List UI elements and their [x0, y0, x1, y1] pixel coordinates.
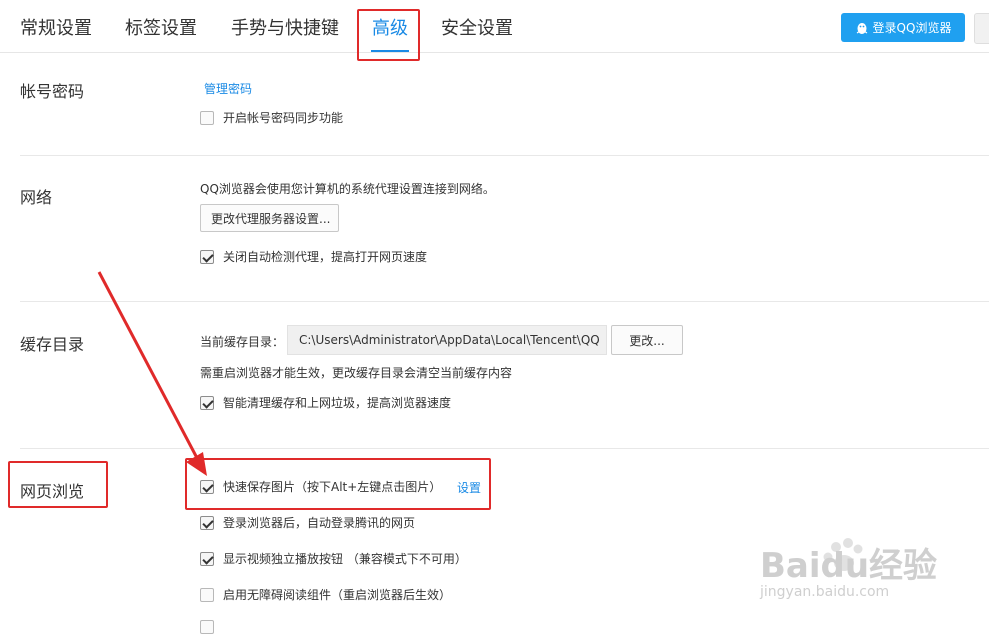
login-button-label: 登录QQ浏览器	[872, 21, 952, 35]
account-sync-option[interactable]: 开启帐号密码同步功能	[200, 109, 343, 126]
cache-restart-note: 需重启浏览器才能生效，更改缓存目录会清空当前缓存内容	[200, 366, 513, 380]
change-proxy-button[interactable]: 更改代理服务器设置...	[200, 204, 339, 232]
current-cache-label: 当前缓存目录：	[200, 335, 285, 349]
quick-save-image-checkbox[interactable]	[200, 479, 214, 494]
tab-general[interactable]: 常规设置	[20, 14, 92, 40]
partial-option-checkbox	[200, 620, 214, 634]
disable-auto-proxy-label: 关闭自动检测代理，提高打开网页速度	[223, 250, 428, 264]
section-label-cache: 缓存目录	[20, 335, 85, 354]
tab-tabs[interactable]: 标签设置	[125, 14, 197, 40]
active-tab-indicator	[371, 50, 409, 52]
section-label-account: 帐号密码	[20, 82, 85, 101]
auto-login-label: 登录浏览器后，自动登录腾讯的网页	[223, 516, 416, 530]
login-qq-browser-button[interactable]: 登录QQ浏览器	[841, 13, 965, 42]
quick-save-image-label: 快速保存图片（按下Alt+左键点击图片）	[223, 480, 442, 494]
settings-tab-bar: 常规设置 标签设置 手势与快捷键 高级 安全设置 登录QQ浏览器	[0, 0, 989, 53]
smart-clean-label: 智能清理缓存和上网垃圾，提高浏览器速度	[223, 396, 452, 410]
smart-clean-option[interactable]: 智能清理缓存和上网垃圾，提高浏览器速度	[200, 394, 451, 411]
cache-path-field[interactable]: C:\Users\Administrator\AppData\Local\Ten…	[287, 325, 607, 355]
quick-save-settings-link[interactable]: 设置	[457, 479, 481, 496]
accessibility-option[interactable]: 启用无障碍阅读组件（重启浏览器后生效）	[200, 586, 451, 603]
change-cache-dir-button[interactable]: 更改...	[611, 325, 683, 355]
section-divider	[20, 301, 989, 302]
account-sync-checkbox[interactable]	[200, 110, 214, 125]
network-description: QQ浏览器会使用您计算机的系统代理设置连接到网络。	[200, 182, 495, 196]
watermark-brand: Baidu经验	[760, 546, 938, 586]
manage-passwords-link[interactable]: 管理密码	[204, 80, 252, 97]
section-label-browsing: 网页浏览	[20, 482, 85, 501]
accessibility-checkbox[interactable]	[200, 587, 214, 602]
tab-security[interactable]: 安全设置	[441, 14, 513, 40]
quick-save-image-option[interactable]: 快速保存图片（按下Alt+左键点击图片）	[200, 478, 441, 495]
video-button-option[interactable]: 显示视频独立播放按钮 （兼容模式下不可用）	[200, 550, 467, 567]
watermark-url: jingyan.baidu.com	[760, 584, 890, 600]
disable-auto-proxy-option[interactable]: 关闭自动检测代理，提高打开网页速度	[200, 248, 427, 265]
section-label-network: 网络	[20, 188, 53, 207]
red-arrow-annotation	[97, 271, 207, 476]
partial-option-row	[200, 620, 223, 634]
penguin-icon	[856, 22, 867, 34]
section-divider	[20, 448, 989, 449]
section-divider	[20, 155, 989, 156]
video-button-checkbox[interactable]	[200, 551, 214, 566]
disable-auto-proxy-checkbox[interactable]	[200, 249, 214, 264]
accessibility-label: 启用无障碍阅读组件（重启浏览器后生效）	[223, 588, 452, 602]
auto-login-option[interactable]: 登录浏览器后，自动登录腾讯的网页	[200, 514, 415, 531]
search-box[interactable]	[974, 13, 989, 44]
video-button-label: 显示视频独立播放按钮 （兼容模式下不可用）	[223, 552, 467, 566]
tab-gestures-shortcuts[interactable]: 手势与快捷键	[231, 14, 339, 40]
tab-advanced[interactable]: 高级	[372, 14, 408, 40]
smart-clean-checkbox[interactable]	[200, 395, 214, 410]
account-sync-label: 开启帐号密码同步功能	[223, 111, 344, 125]
auto-login-checkbox[interactable]	[200, 515, 214, 530]
